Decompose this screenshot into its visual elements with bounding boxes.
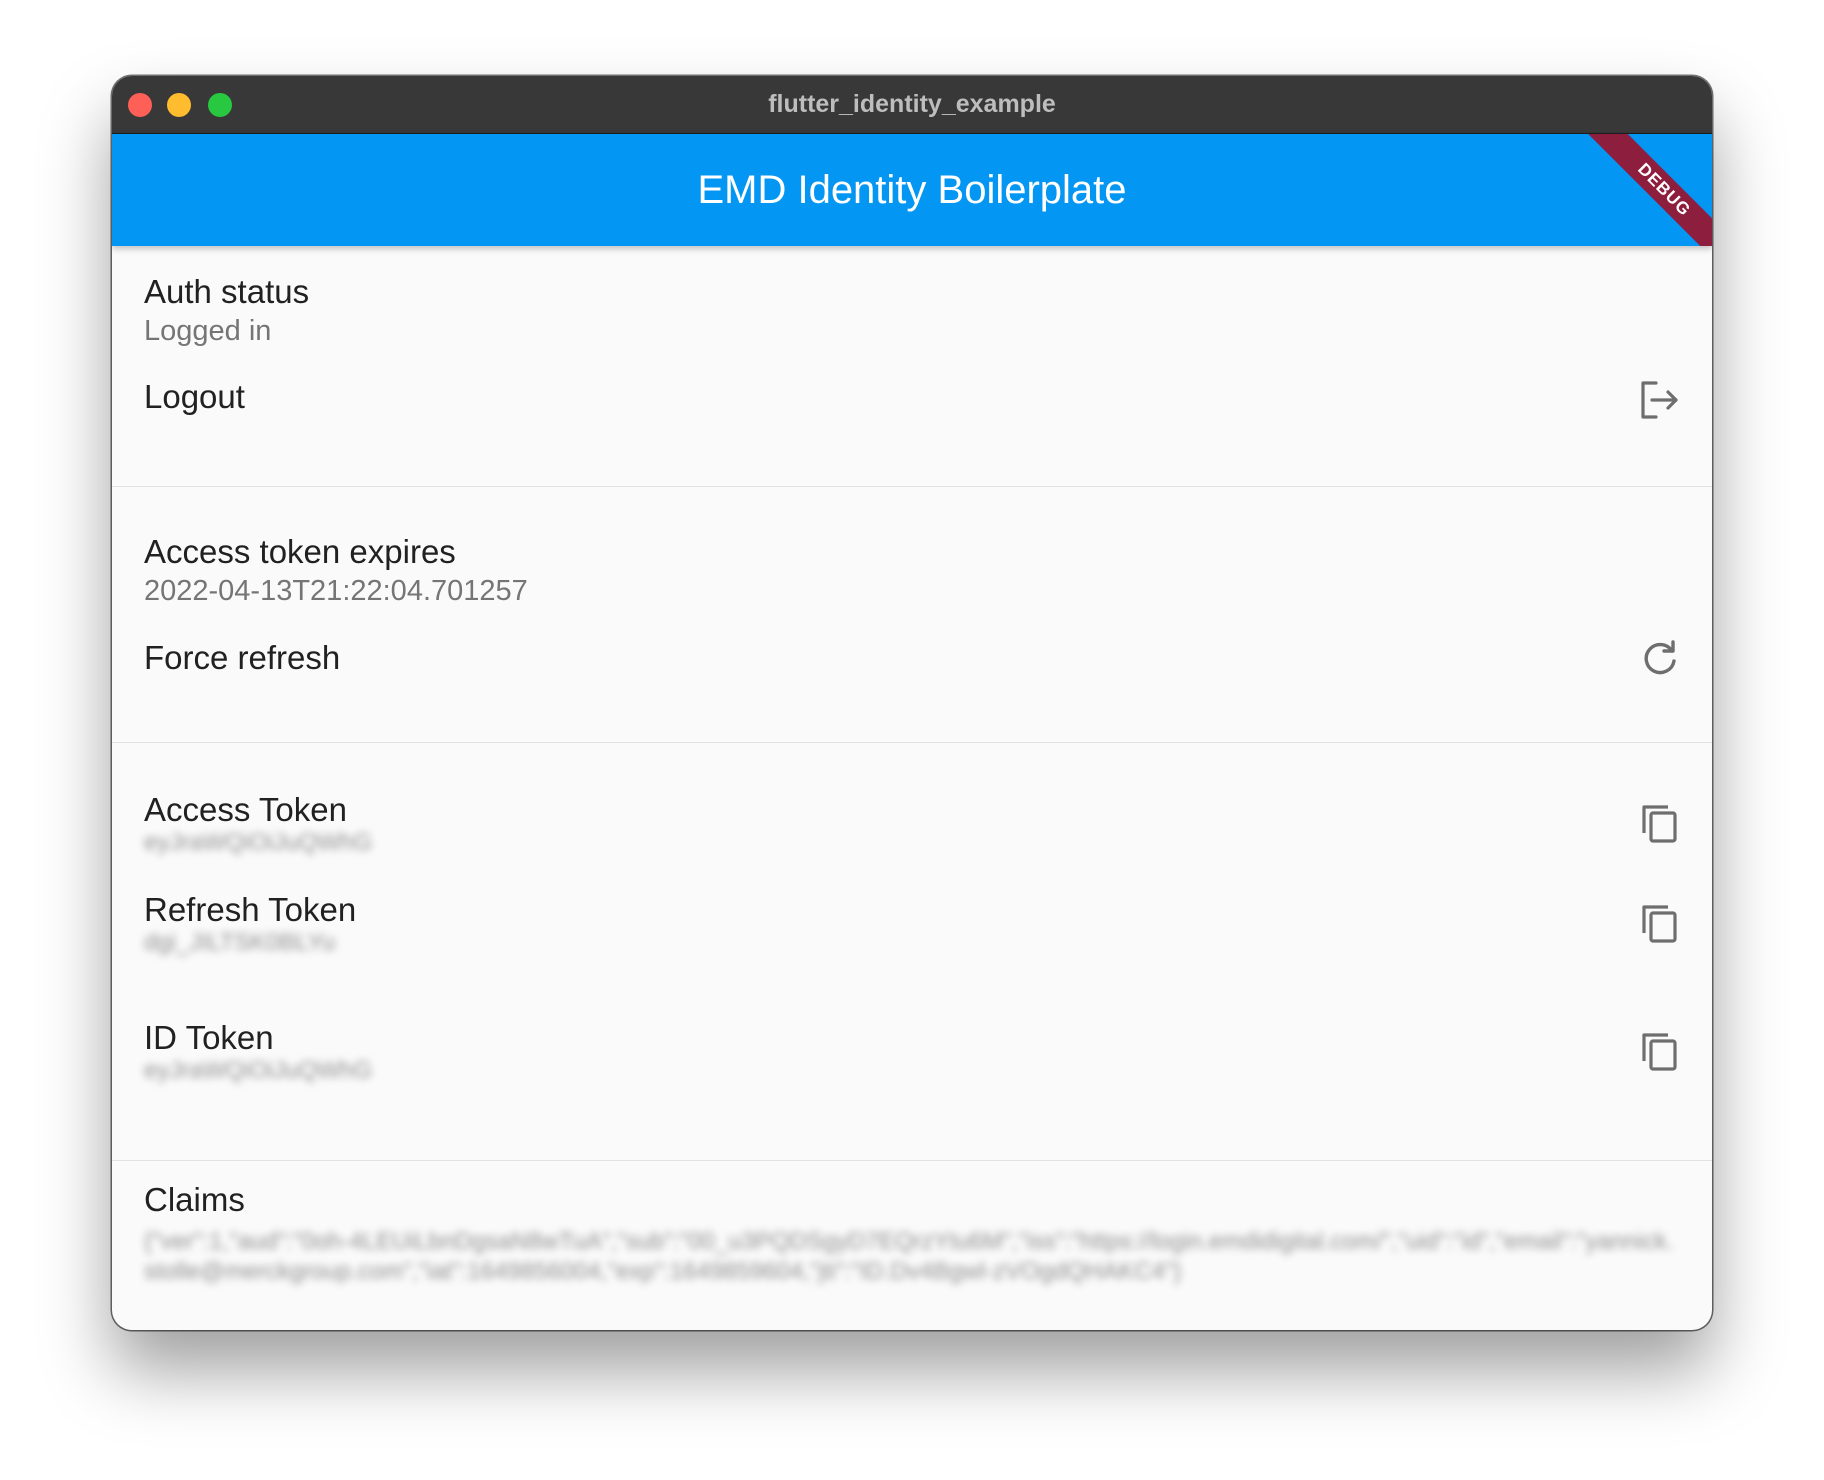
auth-status-tile: Auth status Logged in [112, 246, 1712, 362]
expiry-value: 2022-04-13T21:22:04.701257 [144, 575, 528, 607]
id-token-value: eyJraWQiOiJuQWhG [144, 1057, 373, 1084]
main-content: Auth status Logged in Logout Access toke… [112, 246, 1712, 1287]
window-titlebar[interactable]: flutter_identity_example [112, 76, 1712, 134]
refresh-token-value: dgi_JILTSK0BLYu [144, 929, 336, 956]
access-token-title: Access Token [144, 791, 347, 828]
app-window: flutter_identity_example EMD Identity Bo… [112, 76, 1712, 1330]
copy-refresh-token-icon[interactable] [1638, 901, 1682, 945]
expiry-title: Access token expires [144, 533, 456, 570]
auth-status-title: Auth status [144, 273, 310, 310]
force-refresh-tile[interactable]: Force refresh [112, 623, 1712, 742]
copy-access-token-icon[interactable] [1638, 801, 1682, 845]
window-title: flutter_identity_example [768, 90, 1056, 118]
tokens-section: Access Token eyJraWQiOiJuQWhG Refresh To… [112, 743, 1712, 1161]
claims-tile: Claims {"ver":1,"aud":"0oh-4LEUiLbnDgsaN… [112, 1161, 1712, 1287]
logout-label: Logout [144, 378, 245, 415]
logout-tile[interactable]: Logout [112, 362, 1712, 486]
id-token-title: ID Token [144, 1019, 274, 1056]
refresh-token-title: Refresh Token [144, 891, 357, 928]
access-token-value: eyJraWQiOiJuQWhG [144, 829, 373, 856]
auth-status-value: Logged in [144, 315, 272, 347]
force-refresh-label: Force refresh [144, 639, 341, 676]
refresh-icon[interactable] [1638, 637, 1682, 681]
copy-id-token-icon[interactable] [1638, 1029, 1682, 1073]
token-expiry-section: Access token expires 2022-04-13T21:22:04… [112, 487, 1712, 743]
logout-icon[interactable] [1638, 378, 1682, 422]
refresh-token-tile[interactable]: Refresh Token dgi_JILTSK0BLYu [112, 871, 1712, 999]
app-bar-title: EMD Identity Boilerplate [697, 168, 1127, 212]
app-bar: EMD Identity Boilerplate DEBUG [112, 134, 1712, 246]
auth-section: Auth status Logged in Logout [112, 246, 1712, 487]
id-token-tile[interactable]: ID Token eyJraWQiOiJuQWhG [112, 999, 1712, 1127]
claims-value: {"ver":1,"aud":"0oh-4LEUiLbnDgsaN8wTuA",… [144, 1228, 1674, 1285]
claims-title: Claims [144, 1181, 245, 1218]
access-token-tile[interactable]: Access Token eyJraWQiOiJuQWhG [112, 743, 1712, 871]
expiry-tile: Access token expires 2022-04-13T21:22:04… [112, 487, 1712, 623]
